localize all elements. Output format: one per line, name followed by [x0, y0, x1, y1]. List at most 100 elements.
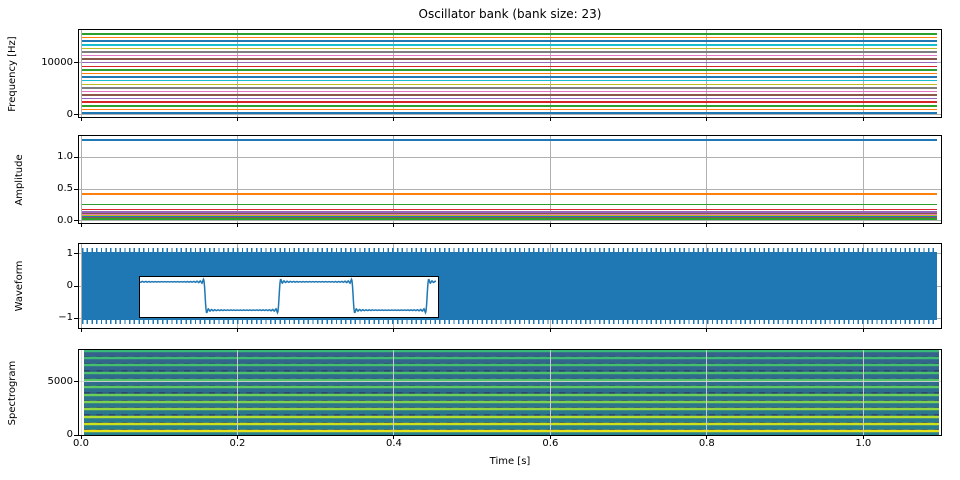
grid-line-vertical — [81, 350, 82, 435]
x-axis-label: Time [s] — [410, 456, 610, 467]
x-tick-label: 0.8 — [690, 438, 724, 449]
x-tick-label: 0.2 — [220, 438, 254, 449]
y-tick-label: 0 — [26, 109, 73, 121]
y-tick-label: 0.5 — [26, 183, 73, 195]
frequency-line — [82, 40, 937, 42]
x-tick-label: 0.6 — [533, 438, 567, 449]
grid-line-vertical — [393, 350, 394, 435]
frequency-line — [82, 66, 937, 68]
x-tick-mark — [706, 118, 707, 121]
grid-line-vertical — [550, 350, 551, 435]
x-tick-mark — [393, 118, 394, 121]
inset-square-wave — [140, 277, 436, 315]
grid-line-horizontal — [79, 114, 941, 115]
harmonic-line — [84, 430, 939, 432]
frequency-line — [82, 62, 937, 64]
frequency-line — [82, 105, 937, 107]
spectrogram-axis-label: Spectrogram — [7, 333, 21, 453]
harmonic-line — [84, 350, 939, 352]
y-tick-mark — [74, 62, 78, 63]
y-tick-mark — [74, 318, 78, 319]
frequency-line — [82, 58, 937, 60]
frequency-line — [82, 91, 937, 93]
y-tick-mark — [74, 189, 78, 190]
grid-line-horizontal — [79, 220, 941, 221]
frequency-line — [82, 84, 937, 86]
x-tick-mark — [550, 224, 551, 227]
x-tick-mark — [81, 329, 82, 332]
harmonic-line — [84, 416, 939, 418]
frequency-line — [82, 44, 937, 46]
grid-line-vertical — [706, 350, 707, 435]
y-tick-mark — [74, 253, 78, 254]
x-tick-mark — [237, 329, 238, 332]
x-tick-mark — [706, 224, 707, 227]
frequency-line — [82, 76, 937, 78]
frequency-line — [82, 51, 937, 53]
y-tick-mark — [74, 157, 78, 158]
frequency-line — [82, 87, 937, 89]
frequency-line — [82, 33, 937, 35]
y-tick-mark — [74, 114, 78, 115]
y-tick-label: 1 — [26, 248, 73, 260]
y-tick-label: 1.0 — [26, 151, 73, 163]
y-tick-label: 0 — [26, 280, 73, 292]
waveform-bottom-ripple — [82, 320, 937, 324]
x-tick-label: 0.4 — [377, 438, 411, 449]
harmonic-line — [84, 372, 939, 374]
y-tick-mark — [74, 286, 78, 287]
y-tick-mark — [74, 220, 78, 221]
frequency-axis-label: Frequency [Hz] — [7, 14, 21, 134]
frequency-plot — [78, 29, 942, 118]
amplitude-line — [82, 218, 937, 220]
y-tick-label: −1 — [26, 312, 73, 324]
grid-line-horizontal — [79, 381, 941, 382]
frequency-line — [82, 48, 937, 50]
x-tick-mark — [393, 329, 394, 332]
waveform-plot — [78, 243, 942, 329]
x-tick-mark — [81, 118, 82, 121]
x-tick-mark — [237, 118, 238, 121]
waveform-inset — [139, 276, 439, 318]
harmonic-line — [84, 408, 939, 410]
grid-line-horizontal — [79, 189, 941, 190]
y-tick-label: 0.0 — [26, 215, 73, 227]
x-tick-mark — [81, 224, 82, 227]
grid-line-horizontal — [79, 157, 941, 158]
x-tick-mark — [863, 329, 864, 332]
amplitude-line — [82, 204, 937, 206]
grid-line-vertical — [863, 350, 864, 435]
spectrogram-right-pad — [939, 350, 942, 435]
x-tick-mark — [863, 118, 864, 121]
harmonic-line — [84, 357, 939, 359]
frequency-line — [82, 98, 937, 100]
frequency-line — [82, 80, 937, 82]
x-tick-mark — [706, 329, 707, 332]
amplitude-line — [82, 193, 937, 195]
x-tick-mark — [863, 224, 864, 227]
spectrogram-plot — [78, 349, 942, 436]
frequency-line — [82, 37, 937, 39]
frequency-line — [82, 109, 937, 111]
waveform-top-ripple — [82, 248, 937, 252]
harmonic-line — [84, 423, 939, 425]
frequency-line — [82, 69, 937, 71]
x-tick-mark — [237, 224, 238, 227]
frequency-line — [82, 94, 937, 96]
x-tick-label: 1.0 — [846, 438, 880, 449]
frequency-line — [82, 101, 937, 103]
frequency-line — [82, 73, 937, 75]
y-tick-label: 5000 — [26, 376, 73, 388]
chart-title: Oscillator bank (bank size: 23) — [310, 7, 710, 21]
amplitude-plot — [78, 135, 942, 224]
x-tick-label: 0.0 — [64, 438, 98, 449]
harmonic-line — [84, 401, 939, 403]
x-tick-mark — [550, 118, 551, 121]
y-tick-mark — [74, 435, 78, 436]
frequency-line — [82, 112, 937, 114]
harmonic-line — [84, 394, 939, 396]
y-tick-mark — [74, 381, 78, 382]
amplitude-line — [82, 209, 937, 211]
harmonic-line — [84, 386, 939, 388]
grid-line-horizontal — [79, 435, 941, 436]
